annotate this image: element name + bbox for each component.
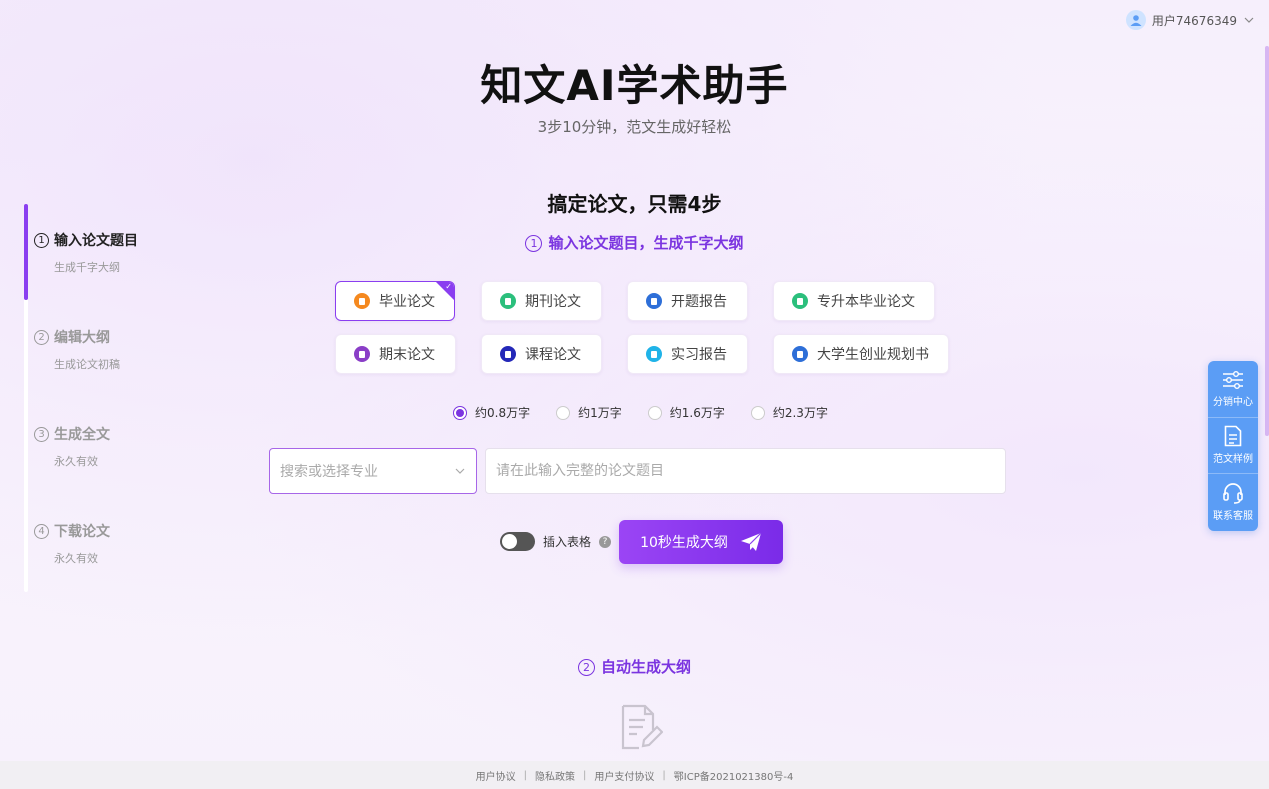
side-item-distribution[interactable]: 分销中心 bbox=[1208, 361, 1258, 418]
major-select[interactable]: 搜索或选择专业 bbox=[269, 448, 477, 494]
word-count-radio-3[interactable]: 约1.6万字 bbox=[647, 404, 725, 421]
footer-link-icp[interactable]: 鄂ICP备2021021380号-4 bbox=[674, 768, 794, 783]
business-plan-icon bbox=[792, 346, 808, 362]
step-title: 下载论文 bbox=[54, 524, 110, 540]
type-button-graduation[interactable]: 毕业论文 ✓ bbox=[335, 281, 455, 321]
side-item-customer-service[interactable]: 联系客服 bbox=[1208, 474, 1258, 531]
page-subtitle: 3步10分钟，范文生成好轻松 bbox=[537, 118, 732, 136]
insert-table-toggle[interactable] bbox=[500, 532, 535, 551]
word-count-radio-4[interactable]: 约2.3万字 bbox=[750, 404, 828, 421]
step-desc: 永久有效 bbox=[54, 552, 98, 565]
side-item-label: 范文样例 bbox=[1213, 454, 1253, 466]
username: 用户74676349 bbox=[1151, 13, 1237, 28]
type-label: 大学生创业规划书 bbox=[817, 347, 929, 363]
step2-number: 2 bbox=[577, 659, 595, 676]
steps-sidebar: 1 输入论文题目 生成千字大纲 2 编辑大纲 生成论文初稿 3 生成全文 永久有效 4… bbox=[24, 204, 174, 592]
footer-link-payment-agreement[interactable]: 用户支付协议 bbox=[594, 768, 654, 783]
type-button-course-paper[interactable]: 课程论文 bbox=[481, 334, 602, 374]
footer-separator: | bbox=[523, 769, 528, 781]
type-label: 毕业论文 bbox=[379, 294, 435, 310]
paper-plane-icon bbox=[740, 532, 762, 551]
floating-side-panel: 分销中心 范文样例 联系客服 bbox=[1208, 361, 1258, 531]
step-desc: 生成论文初稿 bbox=[54, 358, 120, 371]
journal-paper-icon bbox=[500, 293, 516, 309]
check-icon: ✓ bbox=[445, 282, 452, 291]
type-label: 专升本毕业论文 bbox=[817, 294, 915, 310]
major-select-placeholder: 搜索或选择专业 bbox=[280, 464, 378, 480]
type-button-journal[interactable]: 期刊论文 bbox=[481, 281, 602, 321]
word-count-options: 约0.8万字 约1万字 约1.6万字 约2.3万字 bbox=[0, 404, 1269, 421]
type-button-final-paper[interactable]: 期末论文 bbox=[335, 334, 456, 374]
type-button-proposal[interactable]: 开题报告 bbox=[627, 281, 748, 321]
radio-label: 约1万字 bbox=[578, 406, 622, 420]
insert-table-label: 插入表格 bbox=[543, 535, 592, 549]
step-number: 2 bbox=[34, 329, 49, 345]
upgrade-thesis-icon bbox=[792, 293, 808, 309]
step2-heading: 2 自动生成大纲 bbox=[0, 656, 1269, 677]
type-label: 课程论文 bbox=[525, 347, 581, 363]
step-title: 生成全文 bbox=[54, 427, 110, 443]
user-icon bbox=[1130, 15, 1142, 26]
footer-separator: | bbox=[583, 769, 587, 781]
side-item-label: 分销中心 bbox=[1213, 396, 1253, 408]
radio-dot[interactable] bbox=[556, 405, 571, 420]
step1-heading: 1 输入论文题目，生成千字大纲 bbox=[0, 232, 1269, 253]
document-icon bbox=[1224, 426, 1242, 447]
radio-label: 约2.3万字 bbox=[772, 406, 828, 420]
step-number: 4 bbox=[34, 523, 49, 539]
proposal-report-icon bbox=[646, 293, 662, 309]
page-title: 知文AI学术助手 bbox=[480, 61, 789, 110]
side-item-samples[interactable]: 范文样例 bbox=[1208, 418, 1258, 475]
topic-input[interactable] bbox=[485, 448, 1006, 494]
chevron-down-icon bbox=[455, 468, 465, 474]
radio-dot[interactable] bbox=[453, 405, 468, 420]
type-button-business-plan[interactable]: 大学生创业规划书 bbox=[773, 334, 949, 374]
avatar bbox=[1125, 10, 1146, 30]
course-paper-icon bbox=[500, 346, 516, 362]
chevron-down-icon bbox=[1244, 17, 1254, 23]
headset-icon bbox=[1223, 483, 1243, 505]
type-label: 开题报告 bbox=[671, 294, 727, 310]
type-label: 期末论文 bbox=[379, 347, 435, 363]
radio-dot[interactable] bbox=[647, 405, 662, 420]
graduation-thesis-icon bbox=[354, 293, 370, 309]
step-desc: 永久有效 bbox=[54, 455, 98, 468]
step-desc: 生成千字大纲 bbox=[54, 261, 120, 274]
generate-outline-button[interactable]: 10秒生成大纲 bbox=[619, 520, 783, 564]
radio-label: 约1.6万字 bbox=[669, 406, 725, 420]
step-item-2[interactable]: 2 编辑大纲 生成论文初稿 bbox=[34, 327, 120, 372]
step1-heading-text: 输入论文题目，生成千字大纲 bbox=[548, 234, 744, 252]
footer-link-privacy[interactable]: 隐私政策 bbox=[535, 768, 575, 783]
internship-report-icon bbox=[646, 346, 662, 362]
help-icon[interactable]: ? bbox=[599, 535, 612, 548]
document-edit-icon bbox=[621, 704, 663, 750]
insert-table-row: 插入表格 ? bbox=[500, 532, 612, 551]
step-title: 编辑大纲 bbox=[54, 330, 110, 346]
type-button-internship-report[interactable]: 实习报告 bbox=[627, 334, 748, 374]
step-item-4[interactable]: 4 下载论文 永久有效 bbox=[34, 521, 110, 566]
word-count-radio-1[interactable]: 约0.8万字 bbox=[453, 404, 530, 421]
radio-dot[interactable] bbox=[750, 405, 765, 420]
step1-number: 1 bbox=[525, 235, 543, 252]
type-button-upgrade-thesis[interactable]: 专升本毕业论文 bbox=[773, 281, 935, 321]
sliders-icon bbox=[1223, 370, 1243, 389]
final-paper-icon bbox=[354, 346, 370, 362]
footer-separator: | bbox=[662, 769, 666, 781]
type-label: 期刊论文 bbox=[525, 294, 581, 310]
generate-label: 10秒生成大纲 bbox=[640, 535, 728, 551]
section-title: 搞定论文，只需4步 bbox=[547, 192, 722, 216]
type-label: 实习报告 bbox=[671, 347, 727, 363]
footer-link-user-agreement[interactable]: 用户协议 bbox=[476, 768, 516, 783]
step2-heading-text: 自动生成大纲 bbox=[600, 658, 691, 676]
user-menu[interactable]: 用户74676349 bbox=[1125, 10, 1255, 30]
radio-label: 约0.8万字 bbox=[475, 406, 531, 420]
footer: 用户协议 | 隐私政策 | 用户支付协议 | 鄂ICP备2021021380号-… bbox=[0, 761, 1269, 789]
step-number: 3 bbox=[34, 426, 49, 442]
word-count-radio-2[interactable]: 约1万字 bbox=[556, 404, 622, 421]
step-item-3[interactable]: 3 生成全文 永久有效 bbox=[34, 424, 110, 469]
side-item-label: 联系客服 bbox=[1213, 511, 1253, 523]
